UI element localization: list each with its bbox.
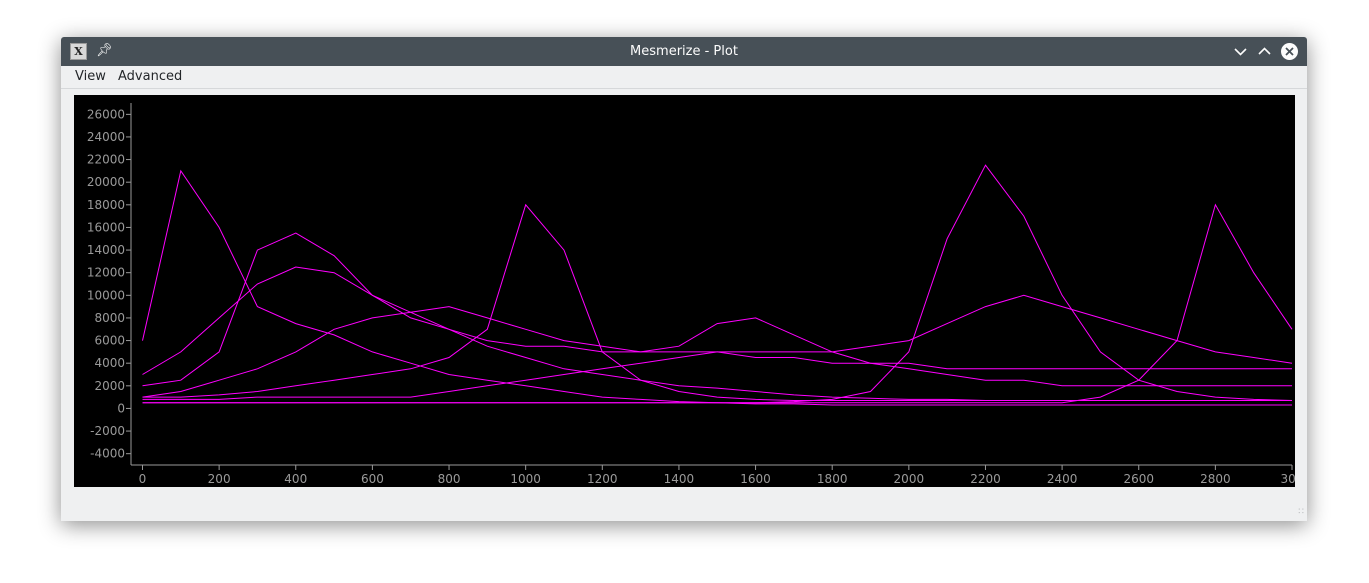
x-tick-label: 2000 <box>894 472 925 486</box>
y-tick-label: 18000 <box>87 198 125 212</box>
menu-bar: View Advanced <box>61 66 1307 88</box>
y-tick-label: 14000 <box>87 243 125 257</box>
menu-view[interactable]: View <box>75 68 106 86</box>
chevron-up-icon <box>1258 47 1271 55</box>
plot-window: X 📌︎ Mesmerize - Plot View Advanced -400… <box>61 37 1307 521</box>
series-line-1 <box>142 266 1292 401</box>
y-tick-label: 8000 <box>94 311 125 325</box>
y-tick-label: 24000 <box>87 130 125 144</box>
series-line-2 <box>142 203 1292 401</box>
minimize-button[interactable] <box>1232 43 1249 60</box>
menu-advanced[interactable]: Advanced <box>118 68 182 86</box>
series-line-7 <box>142 203 1293 404</box>
menu-divider <box>61 88 1307 89</box>
series-line-3 <box>142 164 1293 404</box>
x-tick-label: 2400 <box>1047 472 1078 486</box>
y-tick-label: 2000 <box>94 379 125 393</box>
y-tick-label: 20000 <box>87 175 125 189</box>
y-tick-label: 26000 <box>87 107 125 121</box>
x-tick-label: 600 <box>361 472 384 486</box>
x-tick-label: 1200 <box>587 472 618 486</box>
y-tick-label: -2000 <box>90 424 125 438</box>
y-tick-label: 10000 <box>87 288 125 302</box>
y-tick-label: 4000 <box>94 356 125 370</box>
chevron-down-icon <box>1234 48 1247 56</box>
window-title: Mesmerize - Plot <box>630 44 738 59</box>
x-tick-label: 1600 <box>740 472 771 486</box>
x-tick-label: 1400 <box>664 472 695 486</box>
y-tick-label: 0 <box>117 401 125 415</box>
y-tick-label: -4000 <box>90 447 125 461</box>
close-button[interactable] <box>1281 43 1298 60</box>
x-tick-label: 200 <box>208 472 231 486</box>
line-plot[interactable]: -4000-2000020004000600080001000012000140… <box>74 95 1295 487</box>
close-icon <box>1285 47 1294 56</box>
x-tick-label: 2600 <box>1123 472 1154 486</box>
resize-grip[interactable]: ∷ <box>1292 506 1304 518</box>
x-tick-label: 1000 <box>510 472 541 486</box>
plot-area[interactable]: -4000 -2000 0 2000 4000 6000 8000 10000 12000 140… <box>74 95 1295 487</box>
x-tick-label: 2800 <box>1200 472 1231 486</box>
x-tick-label: 0 <box>139 472 147 486</box>
y-tick-label: 6000 <box>94 334 125 348</box>
title-bar[interactable]: X 📌︎ Mesmerize - Plot <box>61 37 1307 66</box>
x-tick-label: 400 <box>284 472 307 486</box>
y-tick-label: 22000 <box>87 153 125 167</box>
x-tick-label: 1800 <box>817 472 848 486</box>
maximize-button[interactable] <box>1256 43 1273 60</box>
series-line-0 <box>142 169 1292 406</box>
series-line-6 <box>142 294 1293 400</box>
x-tick-label: 2200 <box>970 472 1001 486</box>
x-tick-label: 300 <box>1281 472 1295 486</box>
x-tick-label: 800 <box>438 472 461 486</box>
y-tick-label: 16000 <box>87 220 125 234</box>
series-line-4 <box>142 232 1292 387</box>
y-tick-label: 12000 <box>87 266 125 280</box>
